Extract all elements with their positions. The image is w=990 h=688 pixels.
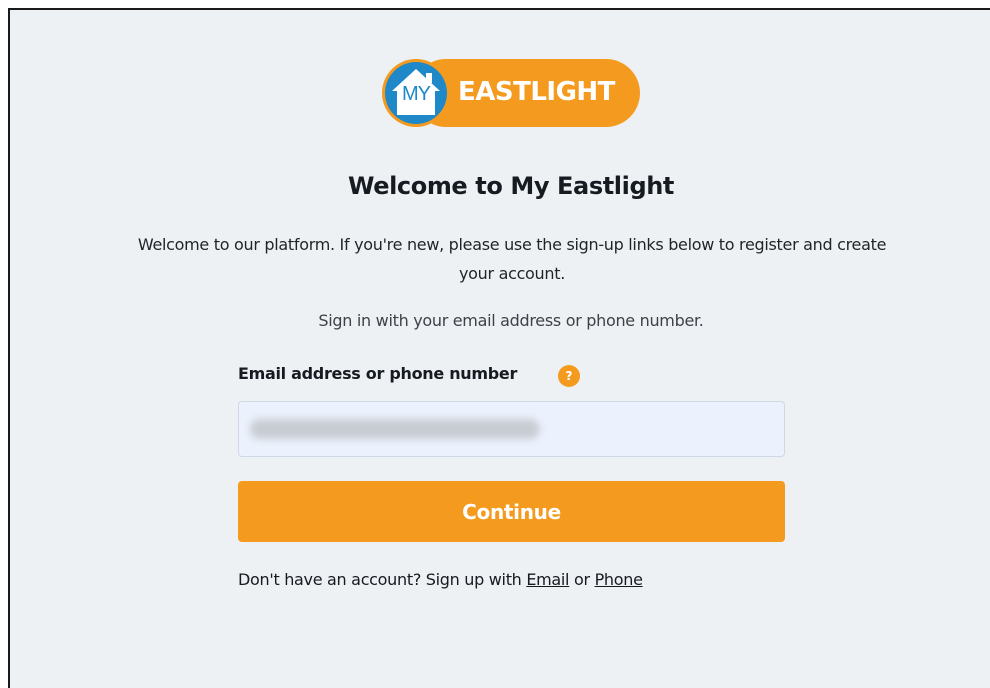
signup-prompt-text: Don't have an account? Sign up with	[238, 570, 527, 589]
logo-badge: MY	[382, 59, 450, 127]
signup-email-link[interactable]: Email	[526, 570, 569, 589]
email-field-label: Email address or phone number	[238, 364, 518, 383]
question-mark-icon[interactable]: ?	[558, 365, 580, 387]
page-panel: MY EASTLIGHT Welcome to My Eastlight Wel…	[8, 8, 990, 688]
signup-phone-link[interactable]: Phone	[595, 570, 643, 589]
logo-brand-text: EASTLIGHT	[458, 77, 615, 107]
logo-badge-text: MY	[402, 83, 431, 105]
eastlight-logo: MY EASTLIGHT	[382, 59, 642, 129]
intro-text: Welcome to our platform. If you're new, …	[137, 235, 887, 283]
page-title: Welcome to My Eastlight	[347, 172, 674, 200]
email-field[interactable]	[238, 401, 785, 457]
signup-separator: or	[569, 570, 595, 589]
signin-hint: Sign in with your email address or phone…	[318, 311, 704, 330]
signup-prompt: Don't have an account? Sign up with Emai…	[238, 570, 643, 589]
continue-button[interactable]: Continue	[238, 481, 785, 542]
